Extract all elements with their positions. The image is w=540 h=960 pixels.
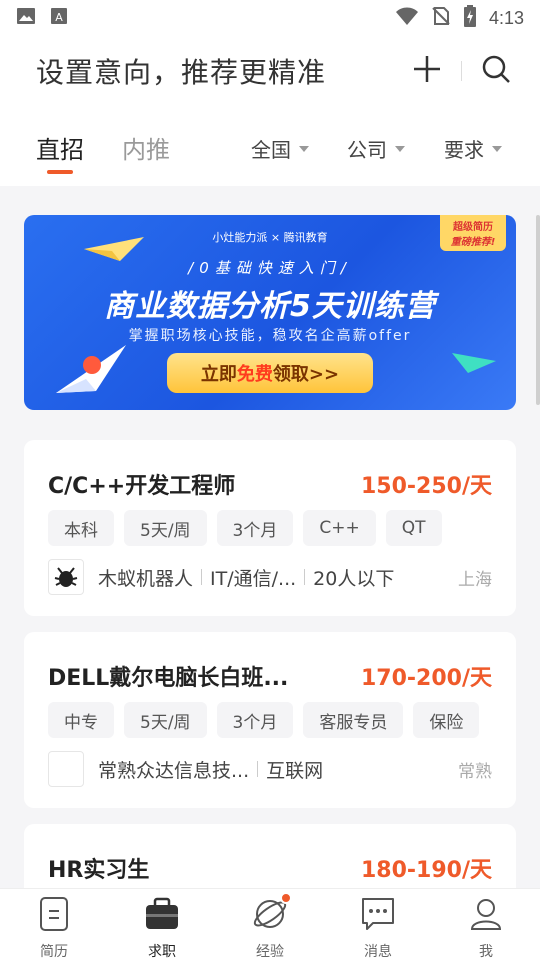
company-logo bbox=[48, 751, 84, 787]
job-city: 常熟 bbox=[458, 761, 492, 782]
nav-messages-label: 消息 bbox=[364, 944, 392, 960]
tab-direct-hire[interactable]: 直招 bbox=[36, 130, 84, 165]
dropdown-caret-icon bbox=[395, 145, 405, 152]
dropdown-caret-icon bbox=[299, 145, 309, 152]
nav-messages[interactable]: 消息 bbox=[324, 889, 432, 960]
job-salary: 180-190/天 bbox=[360, 858, 492, 883]
add-icon[interactable] bbox=[411, 53, 443, 89]
job-tag: 3个月 bbox=[216, 702, 294, 738]
job-tag: 5天/周 bbox=[124, 702, 207, 738]
job-city: 上海 bbox=[458, 569, 492, 590]
search-icon[interactable] bbox=[480, 53, 512, 89]
nav-experience[interactable]: 经验 bbox=[216, 889, 324, 960]
ribbon-line2: 重磅推荐! bbox=[450, 237, 496, 248]
tabs-filter-bar: 直招 内推 全国 公司 要求 bbox=[0, 106, 540, 186]
top-header: 设置意向，推荐更精准 bbox=[0, 36, 540, 106]
job-title: HR实习生 bbox=[48, 858, 150, 883]
company-size: 20人以下 bbox=[313, 567, 395, 590]
nav-resume[interactable]: 简历 bbox=[0, 889, 108, 960]
filter-company[interactable]: 公司 bbox=[347, 134, 405, 163]
cta-prefix: 立即 bbox=[200, 364, 237, 385]
company-industry: IT/通信/... bbox=[210, 567, 297, 590]
header-divider bbox=[461, 61, 462, 81]
job-tags: 中专 5天/周 3个月 客服专员 保险 bbox=[48, 702, 480, 738]
tab-referral[interactable]: 内推 bbox=[122, 130, 170, 165]
job-title: C/C++开发工程师 bbox=[48, 474, 236, 499]
job-tag: C++ bbox=[303, 510, 376, 546]
filter-requirements[interactable]: 要求 bbox=[444, 134, 502, 163]
job-tag: 客服专员 bbox=[303, 702, 404, 738]
company-row: 常熟众达信息技... 互联网 常熟 bbox=[48, 750, 492, 788]
status-bar: A 4:13 bbox=[0, 0, 540, 36]
job-tag: 保险 bbox=[413, 702, 480, 738]
banner-ribbon: 超级简历 重磅推荐! bbox=[440, 215, 506, 251]
svg-text:A: A bbox=[55, 11, 63, 24]
banner-subtitle: /0基础快速入门/ bbox=[188, 259, 352, 277]
wifi-icon bbox=[395, 6, 419, 30]
filter-requirements-label: 要求 bbox=[444, 138, 484, 162]
chat-icon bbox=[359, 897, 397, 935]
job-tag: 本科 bbox=[48, 510, 114, 546]
dropdown-caret-icon bbox=[492, 145, 502, 152]
job-tag: QT bbox=[385, 510, 442, 546]
paper-plane-icon bbox=[450, 349, 498, 379]
font-icon: A bbox=[50, 6, 68, 30]
clock-time: 4:13 bbox=[488, 7, 524, 28]
battery-charging-icon bbox=[463, 5, 477, 31]
job-salary: 170-200/天 bbox=[360, 666, 492, 691]
bottom-nav: 简历 求职 经验 消息 我 bbox=[0, 888, 540, 960]
filter-region-label: 全国 bbox=[251, 138, 291, 162]
cta-highlight: 免费 bbox=[236, 364, 273, 385]
banner-headline: 商业数据分析5天训练营 bbox=[104, 289, 436, 324]
job-tag: 中专 bbox=[48, 702, 114, 738]
meta-divider bbox=[201, 569, 203, 585]
job-title: DELL戴尔电脑长白班... bbox=[48, 666, 289, 691]
nav-resume-label: 简历 bbox=[40, 944, 68, 960]
nav-jobs-label: 求职 bbox=[148, 944, 176, 960]
company-logo bbox=[48, 559, 84, 595]
company-industry: 互联网 bbox=[266, 759, 324, 782]
rocket-plane-icon bbox=[52, 337, 132, 401]
company-row: 木蚁机器人 IT/通信/... 20人以下 上海 bbox=[48, 558, 492, 596]
gallery-icon bbox=[16, 6, 36, 30]
job-card[interactable]: C/C++开发工程师 150-250/天 本科 5天/周 3个月 C++ QT … bbox=[24, 440, 516, 616]
ribbon-line1: 超级简历 bbox=[453, 222, 493, 233]
company-name: 木蚁机器人 bbox=[98, 567, 194, 590]
meta-divider bbox=[257, 761, 259, 777]
job-tag: 5天/周 bbox=[124, 510, 207, 546]
meta-divider bbox=[304, 569, 306, 585]
promo-banner[interactable]: 小灶能力派 × 腾讯教育 超级简历 重磅推荐! /0基础快速入门/ 商业数据分析… bbox=[24, 215, 516, 410]
no-sim-icon bbox=[431, 6, 451, 30]
resume-icon bbox=[39, 897, 69, 935]
active-tab-indicator bbox=[47, 170, 73, 174]
nav-experience-label: 经验 bbox=[256, 944, 284, 960]
job-salary: 150-250/天 bbox=[360, 474, 492, 499]
claim-free-button[interactable]: 立即 免费 领取>> bbox=[167, 353, 373, 393]
set-preference-prompt[interactable]: 设置意向，推荐更精准 bbox=[36, 51, 326, 91]
briefcase-icon bbox=[144, 897, 180, 935]
nav-jobs[interactable]: 求职 bbox=[108, 889, 216, 960]
notification-dot bbox=[280, 892, 292, 904]
filter-region[interactable]: 全国 bbox=[251, 134, 309, 163]
nav-me-label: 我 bbox=[479, 944, 493, 960]
job-tags: 本科 5天/周 3个月 C++ QT bbox=[48, 510, 442, 546]
filter-company-label: 公司 bbox=[347, 138, 387, 162]
job-tag: 3个月 bbox=[216, 510, 294, 546]
nav-me[interactable]: 我 bbox=[432, 889, 540, 960]
cta-suffix: 领取>> bbox=[272, 364, 340, 385]
scrollbar-thumb[interactable] bbox=[536, 215, 540, 405]
company-name: 常熟众达信息技... bbox=[98, 759, 250, 782]
job-card[interactable]: DELL戴尔电脑长白班... 170-200/天 中专 5天/周 3个月 客服专… bbox=[24, 632, 516, 808]
user-icon bbox=[469, 897, 503, 935]
